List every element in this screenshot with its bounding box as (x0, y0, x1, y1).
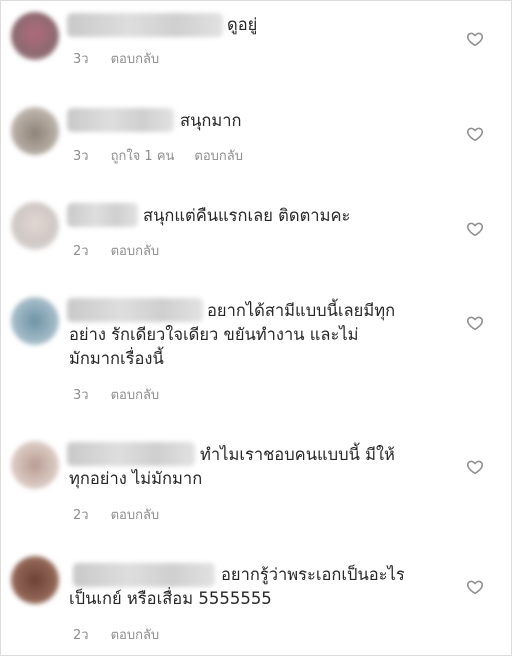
comment-line: ทุกอย่าง ไม่มักมาก (69, 469, 203, 488)
reply-button[interactable]: ตอบกลับ (194, 149, 243, 164)
comment-time: 3ว (73, 388, 89, 403)
comment-line: อยากรู้ว่าพระเอกเป็นอะไร (221, 565, 405, 584)
avatar[interactable] (11, 107, 59, 155)
comment-time: 3ว (73, 149, 89, 164)
heart-icon[interactable] (466, 578, 484, 596)
comment-meta: 2ว ตอบกลับ (73, 504, 179, 525)
avatar[interactable] (11, 556, 59, 604)
comment-text: ทำไมเราชอบคนแบบนี้ มีให้ ทุกอย่าง ไม่มัก… (69, 443, 454, 491)
comment-line: ทำไมเราชอบคนแบบนี้ มีให้ (200, 445, 395, 464)
comment-time: 2ว (73, 244, 89, 259)
comment-text: อยากรู้ว่าพระเอกเป็นอะไร เป็นเกย์ หรือเส… (69, 563, 454, 611)
heart-icon[interactable] (466, 220, 484, 238)
avatar[interactable] (11, 441, 59, 489)
comment-meta: 2ว ตอบกลับ (73, 624, 179, 645)
heart-icon[interactable] (466, 314, 484, 332)
comment-text: สนุกแต่คืนแรกเลย ติดตามคะ (143, 204, 443, 228)
comment-meta: 3ว ตอบกลับ (73, 48, 179, 69)
comment-line: สนุกแต่คืนแรกเลย ติดตามคะ (143, 206, 351, 225)
comment-time: 2ว (73, 628, 89, 643)
comment-line: มักมากเรื่องนี้ (69, 349, 164, 368)
comment-meta: 2ว ตอบกลับ (73, 240, 179, 261)
reply-button[interactable]: ตอบกลับ (111, 508, 160, 523)
likes-count[interactable]: ถูกใจ 1 คน (111, 149, 175, 164)
comment-line: เป็นเกย์ หรือเสื่อม 5555555 (69, 589, 272, 608)
comment-line: อย่าง รักเดียวใจเดียว ขยันทำงาน และไม่ (69, 325, 359, 344)
comment-line: สนุกมาก (180, 111, 242, 130)
reply-button[interactable]: ตอบกลับ (111, 244, 160, 259)
comment-text: ดูอยู่ (227, 13, 427, 37)
username-redacted[interactable] (67, 203, 138, 227)
reply-button[interactable]: ตอบกลับ (111, 628, 160, 643)
username-redacted[interactable] (67, 108, 174, 132)
comment-line: อยากได้สามีแบบนี้เลยมีทุก (207, 301, 396, 320)
avatar[interactable] (11, 297, 59, 345)
reply-button[interactable]: ตอบกลับ (111, 52, 160, 67)
comment-time: 2ว (73, 508, 89, 523)
heart-icon[interactable] (466, 458, 484, 476)
comment-time: 3ว (73, 52, 89, 67)
heart-icon[interactable] (466, 30, 484, 48)
avatar[interactable] (11, 202, 59, 250)
comment-meta: 3ว ถูกใจ 1 คน ตอบกลับ (73, 145, 263, 166)
comment-text: อยากได้สามีแบบนี้เลยมีทุก อย่าง รักเดียว… (69, 299, 454, 371)
comment-meta: 3ว ตอบกลับ (73, 384, 179, 405)
heart-icon[interactable] (466, 125, 484, 143)
avatar[interactable] (11, 12, 59, 60)
username-redacted[interactable] (67, 13, 223, 37)
reply-button[interactable]: ตอบกลับ (111, 388, 160, 403)
comment-text: สนุกมาก (180, 109, 420, 133)
comment-line: ดูอยู่ (227, 15, 258, 34)
